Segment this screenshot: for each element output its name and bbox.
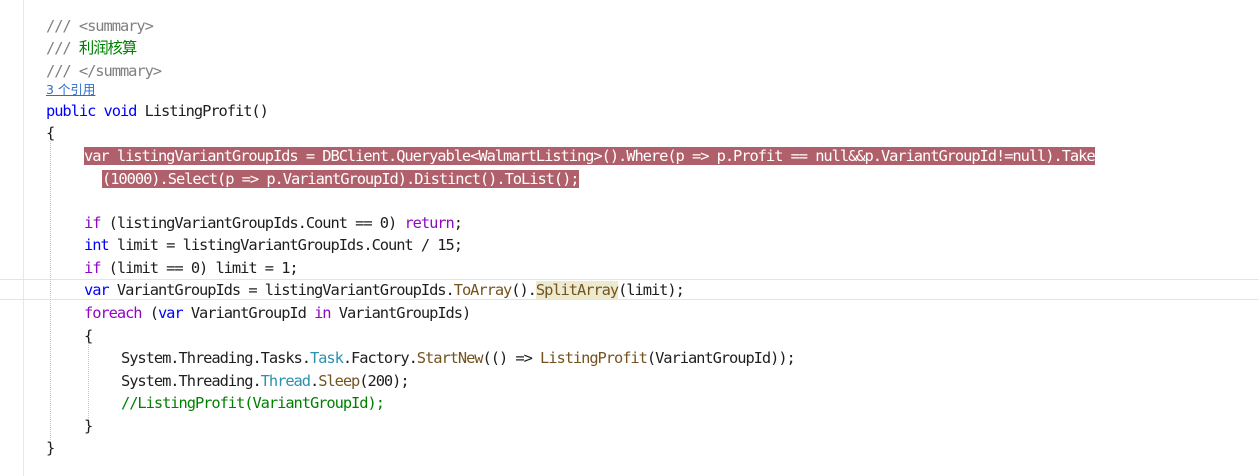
code-token: (listingVariantGroupIds.Count == 0) (100, 214, 405, 232)
code-line[interactable]: /// 利润核算 (46, 37, 137, 59)
code-token: in (314, 304, 332, 322)
code-token: .Factory. (342, 349, 418, 367)
code-token: /// </summary> (46, 62, 162, 80)
indent-guide (50, 134, 51, 446)
code-token: (200); (359, 372, 409, 390)
code-line[interactable]: (10000).Select(p => p.VariantGroupId).Di… (102, 168, 580, 190)
code-line[interactable]: /// </summary> (46, 60, 162, 82)
code-line[interactable]: } (84, 415, 93, 437)
code-token: . (309, 372, 319, 390)
code-line[interactable]: if (listingVariantGroupIds.Count == 0) r… (84, 212, 463, 234)
code-token: foreach (84, 304, 143, 322)
code-token: //ListingProfit(VariantGroupId); (121, 394, 385, 412)
code-token: (() => (482, 349, 541, 367)
code-line[interactable]: /// <summary> (46, 15, 154, 37)
code-token: (limit); (618, 281, 685, 299)
code-line[interactable]: { (84, 325, 93, 347)
code-token: Sleep (318, 372, 360, 390)
code-token: public (46, 102, 96, 120)
code-token: { (46, 124, 55, 142)
code-token: } (46, 439, 55, 457)
code-token: int (84, 236, 110, 254)
code-token: /// <summary> (46, 17, 154, 35)
code-line[interactable]: foreach (var VariantGroupId in VariantGr… (84, 302, 472, 324)
code-token: VariantGroupIds) (330, 304, 472, 322)
code-line[interactable]: var VariantGroupIds = listingVariantGrou… (84, 279, 685, 301)
code-token: void (103, 102, 138, 120)
code-token: StartNew (416, 349, 484, 367)
code-token: ( (141, 304, 159, 322)
code-token: } (84, 417, 93, 435)
code-token: Thread (260, 372, 311, 390)
code-token: (10000).Select(p => p.VariantGroupId).Di… (102, 170, 580, 188)
code-token: limit = listingVariantGroupIds.Count / 1… (108, 236, 463, 254)
code-token: VariantGroupIds = listingVariantGroupIds… (108, 281, 455, 299)
code-token: ; (453, 214, 463, 232)
code-token: (limit == 0) limit = 1; (100, 259, 299, 277)
reference-count-link[interactable]: 3 个引用 (46, 82, 95, 97)
code-token: { (84, 327, 93, 345)
code-token: (VariantGroupId)); (646, 349, 796, 367)
code-line[interactable]: if (limit == 0) limit = 1; (84, 257, 299, 279)
code-editor[interactable]: /// <summary> /// 利润核算 /// </summary> 3 个引用… (0, 0, 1259, 476)
code-line[interactable]: public void ListingProfit() (46, 100, 269, 122)
code-token: if (84, 214, 102, 232)
gutter-divider (23, 0, 24, 476)
code-token: if (84, 259, 102, 277)
code-token: /// (46, 39, 79, 57)
code-line[interactable]: System.Threading.Tasks.Task.Factory.Star… (121, 347, 796, 369)
code-token: 利润核算 (78, 39, 137, 57)
code-token: return (404, 214, 454, 232)
code-line[interactable]: var listingVariantGroupIds = DBClient.Qu… (84, 145, 1096, 167)
code-token: System.Threading.Tasks. (121, 349, 311, 367)
code-token: Task (309, 349, 344, 367)
code-token: SplitArray (535, 281, 619, 299)
code-token: var listingVariantGroupIds = DBClient.Qu… (84, 147, 1096, 165)
code-line[interactable]: 3 个引用 (46, 81, 95, 97)
code-token: var (84, 281, 110, 299)
code-line[interactable]: //ListingProfit(VariantGroupId); (121, 392, 385, 414)
code-token: ListingProfit (540, 349, 648, 367)
code-line[interactable]: System.Threading.Thread.Sleep(200); (121, 370, 410, 392)
code-token: ToArray (453, 281, 513, 299)
code-token: System.Threading. (121, 372, 262, 390)
code-line[interactable]: } (46, 437, 55, 459)
code-token: ListingProfit() (136, 102, 269, 120)
code-line[interactable]: { (46, 122, 55, 144)
code-token: (). (511, 281, 537, 299)
code-token: VariantGroupId (182, 304, 315, 322)
code-token: var (157, 304, 184, 322)
code-line[interactable]: int limit = listingVariantGroupIds.Count… (84, 234, 463, 256)
